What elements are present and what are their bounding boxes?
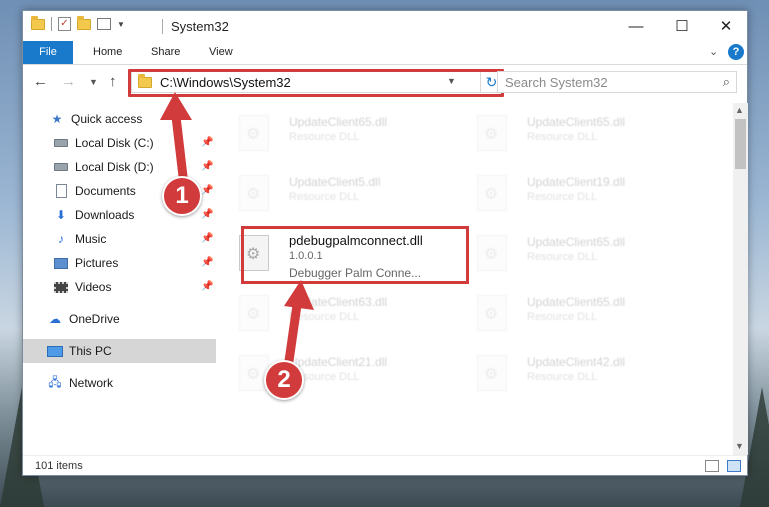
annotation-arrows [160,92,314,373]
arrow-1-head [160,92,192,120]
arrow-2 [283,293,303,373]
step-1-badge: 1 [162,176,202,216]
arrow-2-head [284,280,314,310]
step-2-badge: 2 [264,360,304,400]
